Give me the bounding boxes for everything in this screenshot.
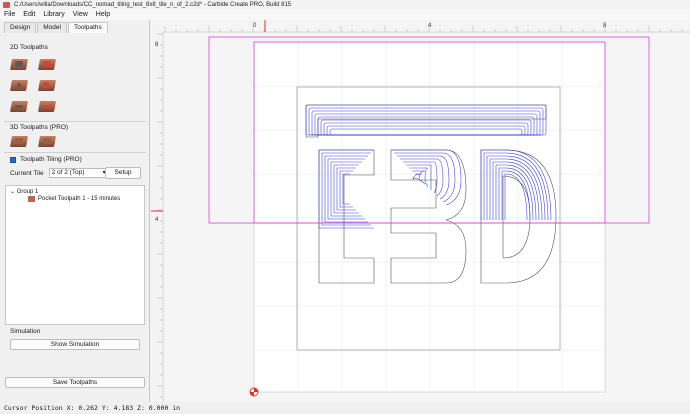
left-panel: Design Model Toolpaths 2D Toolpaths 3D T…: [0, 20, 150, 402]
section-2d-toolpaths: 2D Toolpaths: [10, 44, 48, 51]
pocket-toolpath-icon[interactable]: [38, 55, 56, 71]
texture-toolpath-icon[interactable]: [10, 97, 28, 113]
tree-item-pocket-toolpath[interactable]: Pocket Toolpath 1 - 15 minutes: [28, 196, 120, 202]
simulation-label: Simulation: [10, 328, 41, 335]
tab-design[interactable]: Design: [4, 22, 37, 33]
origin-icon[interactable]: [249, 387, 259, 397]
toolpath-tiling-label: Toolpath Tiling (PRO): [20, 156, 82, 163]
window-title: C:/Users/willa/Downloads/CC_nomad_tiling…: [14, 2, 292, 8]
top-ruler: [151, 20, 690, 32]
3d-rough-toolpath-icon[interactable]: [10, 132, 28, 148]
contour-toolpath-icon[interactable]: [10, 55, 28, 71]
vcarve-toolpath-icon[interactable]: [38, 76, 56, 92]
section-3d-toolpaths: 3D Toolpaths (PRO): [10, 124, 69, 131]
show-simulation-button[interactable]: Show Simulation: [10, 339, 140, 350]
drill-toolpath-icon[interactable]: [10, 76, 28, 92]
panel-tabs: Design Model Toolpaths: [4, 22, 149, 33]
current-tile-row: Current Tile 2 of 2 (Top) ▾: [10, 168, 109, 178]
design-canvas[interactable]: 0 4 8 8 4: [151, 20, 690, 402]
menu-file[interactable]: File: [0, 10, 19, 20]
divider: [4, 121, 146, 122]
toolpath-tiling-row: Toolpath Tiling (PRO): [10, 156, 82, 163]
canvas-svg: 0 4 8 8 4: [151, 20, 690, 402]
toolpath-2d-grid: [10, 55, 56, 113]
current-tile-select[interactable]: 2 of 2 (Top) ▾: [48, 168, 109, 178]
menu-help[interactable]: Help: [92, 10, 114, 20]
setup-button[interactable]: Setup: [105, 167, 141, 179]
title-bar: C:/Users/willa/Downloads/CC_nomad_tiling…: [0, 0, 690, 10]
menu-edit[interactable]: Edit: [19, 10, 39, 20]
save-toolpaths-button[interactable]: Save Toolpaths: [5, 377, 145, 388]
menu-bar: File Edit Library View Help: [0, 10, 690, 20]
menu-view[interactable]: View: [69, 10, 92, 20]
current-tile-label: Current Tile: [10, 169, 44, 177]
carbide-create-icon: [3, 2, 10, 8]
divider: [4, 152, 146, 153]
pocket-toolpath-icon: [28, 196, 35, 202]
menu-library[interactable]: Library: [39, 10, 68, 20]
tab-model[interactable]: Model: [37, 22, 67, 33]
toolpath-3d-grid: [10, 132, 56, 148]
3d-finish-toolpath-icon[interactable]: [38, 132, 56, 148]
tree-group[interactable]: ⌄ Group 1: [10, 188, 38, 195]
status-bar: Cursor Position X: 0.262 Y: 4.183 Z: 0.0…: [0, 402, 690, 414]
tab-toolpaths[interactable]: Toolpaths: [67, 22, 108, 33]
toolpath-tree: ⌄ Group 1 Pocket Toolpath 1 - 15 minutes: [5, 185, 145, 325]
advanced-vcarve-icon[interactable]: [38, 97, 56, 113]
stock-area: [253, 41, 606, 393]
toolpath-tiling-checkbox[interactable]: [10, 156, 16, 163]
